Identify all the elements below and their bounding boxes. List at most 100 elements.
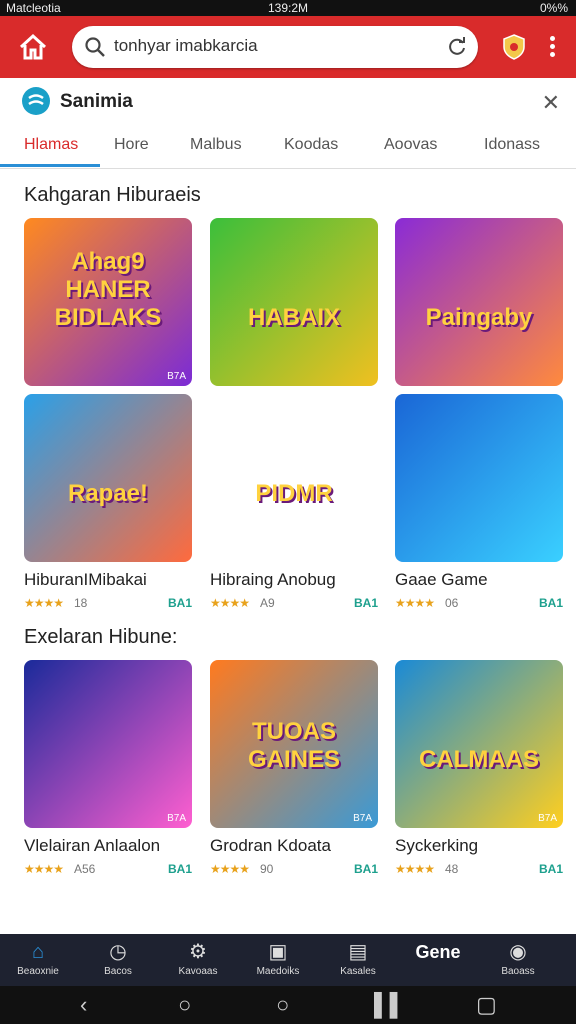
game-title[interactable]: HiburanIMibakai [24, 570, 192, 590]
box-icon: ▣ [268, 941, 288, 963]
home-circle-icon[interactable]: ○ [178, 992, 191, 1018]
rating-stars: ★★★★ [395, 862, 435, 876]
home-circle-icon-2[interactable]: ○ [276, 992, 289, 1018]
app-name: Sanimia [60, 91, 133, 112]
thumbnail-title: Rapae! [67, 480, 149, 507]
nav-item-2[interactable]: ◷ Bacos [88, 938, 148, 977]
nav-label: Maedoiks [256, 966, 300, 977]
tab-5[interactable]: Aoovas [384, 136, 437, 154]
game-price: BA1 [353, 862, 378, 876]
thumbnail-badge: B7A [167, 813, 186, 824]
home-icon: ⌂ [31, 941, 45, 963]
pause-icon[interactable]: ▌▌ [374, 992, 405, 1018]
game-title[interactable]: Syckerking [395, 836, 563, 856]
recents-icon[interactable]: ▢ [476, 992, 497, 1018]
browser-toolbar: tonhyar imabkarcia [0, 16, 576, 78]
tab-1[interactable]: Hlamas [24, 136, 78, 154]
status-time: 139:2M [268, 1, 309, 15]
game-thumbnail[interactable]: PIDMR [210, 394, 378, 562]
tab-4[interactable]: Koodas [284, 136, 338, 154]
search-input[interactable]: tonhyar imabkarcia [72, 26, 478, 68]
nav-label: Bacos [104, 966, 132, 977]
section-title-1: Kahgaran Hiburaeis [24, 184, 201, 206]
game-thumbnail[interactable]: Paingaby [395, 218, 563, 386]
thumbnail-title: HABAIX [247, 304, 340, 331]
rating-count: A9 [260, 596, 275, 610]
shield-icon[interactable] [502, 33, 526, 66]
app-logo-icon [22, 87, 50, 115]
game-price: BA1 [167, 596, 192, 610]
nav-item-3[interactable]: ⚙ Kavoaas [168, 938, 228, 977]
rating-stars: ★★★★ [395, 596, 435, 610]
game-meta: ★★★★ 90 BA1 [210, 862, 378, 878]
nav-label: Kavoaas [178, 966, 218, 977]
game-meta: ★★★★ A9 BA1 [210, 596, 378, 612]
game-thumbnail[interactable] [395, 394, 563, 562]
nav-item-1[interactable]: ⌂ Beaoxnie [8, 938, 68, 977]
game-card[interactable]: CALMAAS B7A Syckerking ★★★★ 48 BA1 [395, 660, 563, 878]
rating-count: 48 [445, 862, 459, 876]
back-icon[interactable]: ‹ [80, 992, 87, 1018]
nav-label: Kasales [340, 966, 376, 977]
thumbnail-title: Ahag9 HANER BIDLAKS [54, 248, 162, 331]
nav-label: Beaoxnie [17, 966, 59, 977]
game-card[interactable]: Gaae Game ★★★★ 06 BA1 [395, 394, 563, 612]
thumbnail-title: TUOAS GAINES [247, 718, 340, 773]
game-thumbnail[interactable]: TUOAS GAINES B7A [210, 660, 378, 828]
thumbnail-badge: B7A [167, 371, 186, 382]
overflow-menu-icon[interactable] [548, 34, 556, 62]
system-navigation-bar: ‹ ○ ○ ▌▌ ▢ [0, 986, 576, 1024]
section-title-2: Exelaran Hibune: [24, 626, 178, 648]
rating-count: 90 [260, 862, 274, 876]
nav-label: Baoass [501, 966, 535, 977]
game-card[interactable]: B7A Vlelairan Anlaalon ★★★★ A56 BA1 [24, 660, 192, 878]
game-meta: ★★★★ 06 BA1 [395, 596, 563, 612]
nav-item-6[interactable]: Gene [408, 938, 468, 966]
gene-label: Gene [415, 942, 461, 962]
nav-item-7[interactable]: ◉ Baoass [488, 938, 548, 977]
rating-stars: ★★★★ [24, 596, 64, 610]
game-thumbnail[interactable]: Ahag9 HANER BIDLAKS B7A [24, 218, 192, 386]
game-thumbnail[interactable]: B7A [24, 660, 192, 828]
home-icon[interactable] [18, 33, 48, 61]
game-title[interactable]: Gaae Game [395, 570, 563, 590]
reload-icon[interactable] [446, 35, 468, 62]
status-right: 0%% [539, 1, 568, 15]
tab-3[interactable]: Malbus [190, 136, 242, 154]
game-title[interactable]: Grodran Kdoata [210, 836, 378, 856]
game-meta: ★★★★ 48 BA1 [395, 862, 563, 878]
circle-icon: ◉ [509, 941, 527, 963]
game-thumbnail[interactable]: CALMAAS B7A [395, 660, 563, 828]
game-thumbnail[interactable]: Rapae! [24, 394, 192, 562]
nav-item-4[interactable]: ▣ Maedoiks [248, 938, 308, 977]
thumbnail-title: Paingaby [425, 304, 533, 331]
game-card[interactable]: TUOAS GAINES B7A Grodran Kdoata ★★★★ 90 BA1 [210, 660, 378, 878]
game-title[interactable]: Vlelairan Anlaalon [24, 836, 192, 856]
status-bar: Matcleotia 139:2M 0%% [0, 0, 576, 16]
tablet-icon: ▤ [348, 941, 368, 963]
tab-6[interactable]: Idonass [484, 136, 540, 154]
thumbnail-title: PIDMR [255, 480, 333, 507]
game-price: BA1 [167, 862, 192, 876]
status-left: Matcleotia [6, 1, 61, 15]
rating-count: A56 [74, 862, 96, 876]
game-title[interactable]: Hibraing Anobug [210, 570, 378, 590]
thumbnail-badge: B7A [538, 813, 557, 824]
rating-count: 18 [74, 596, 88, 610]
game-meta: ★★★★ 18 BA1 [24, 596, 192, 612]
game-card[interactable]: Rapae! HiburanIMibakai ★★★★ 18 BA1 [24, 394, 192, 612]
category-tabs: Hlamas Hore Malbus Koodas Aoovas Idonass [0, 128, 576, 169]
game-card[interactable]: PIDMR Hibraing Anobug ★★★★ A9 BA1 [210, 394, 378, 612]
gear-icon: ⚙ [189, 941, 207, 963]
bottom-navigation: ⌂ Beaoxnie ◷ Bacos ⚙ Kavoaas ▣ Maedoiks ▤ Kasales… [0, 934, 576, 986]
game-price: BA1 [538, 596, 563, 610]
game-price: BA1 [353, 596, 378, 610]
nav-item-5[interactable]: ▤ Kasales [328, 938, 388, 977]
tab-2[interactable]: Hore [114, 136, 149, 154]
game-thumbnail[interactable]: HABAIX [210, 218, 378, 386]
thumbnail-badge: B7A [353, 813, 372, 824]
game-card[interactable]: Ahag9 HANER BIDLAKS B7A [24, 218, 192, 386]
clock-icon: ◷ [109, 941, 127, 963]
close-icon[interactable]: ✕ [542, 90, 560, 116]
search-icon [84, 36, 106, 63]
